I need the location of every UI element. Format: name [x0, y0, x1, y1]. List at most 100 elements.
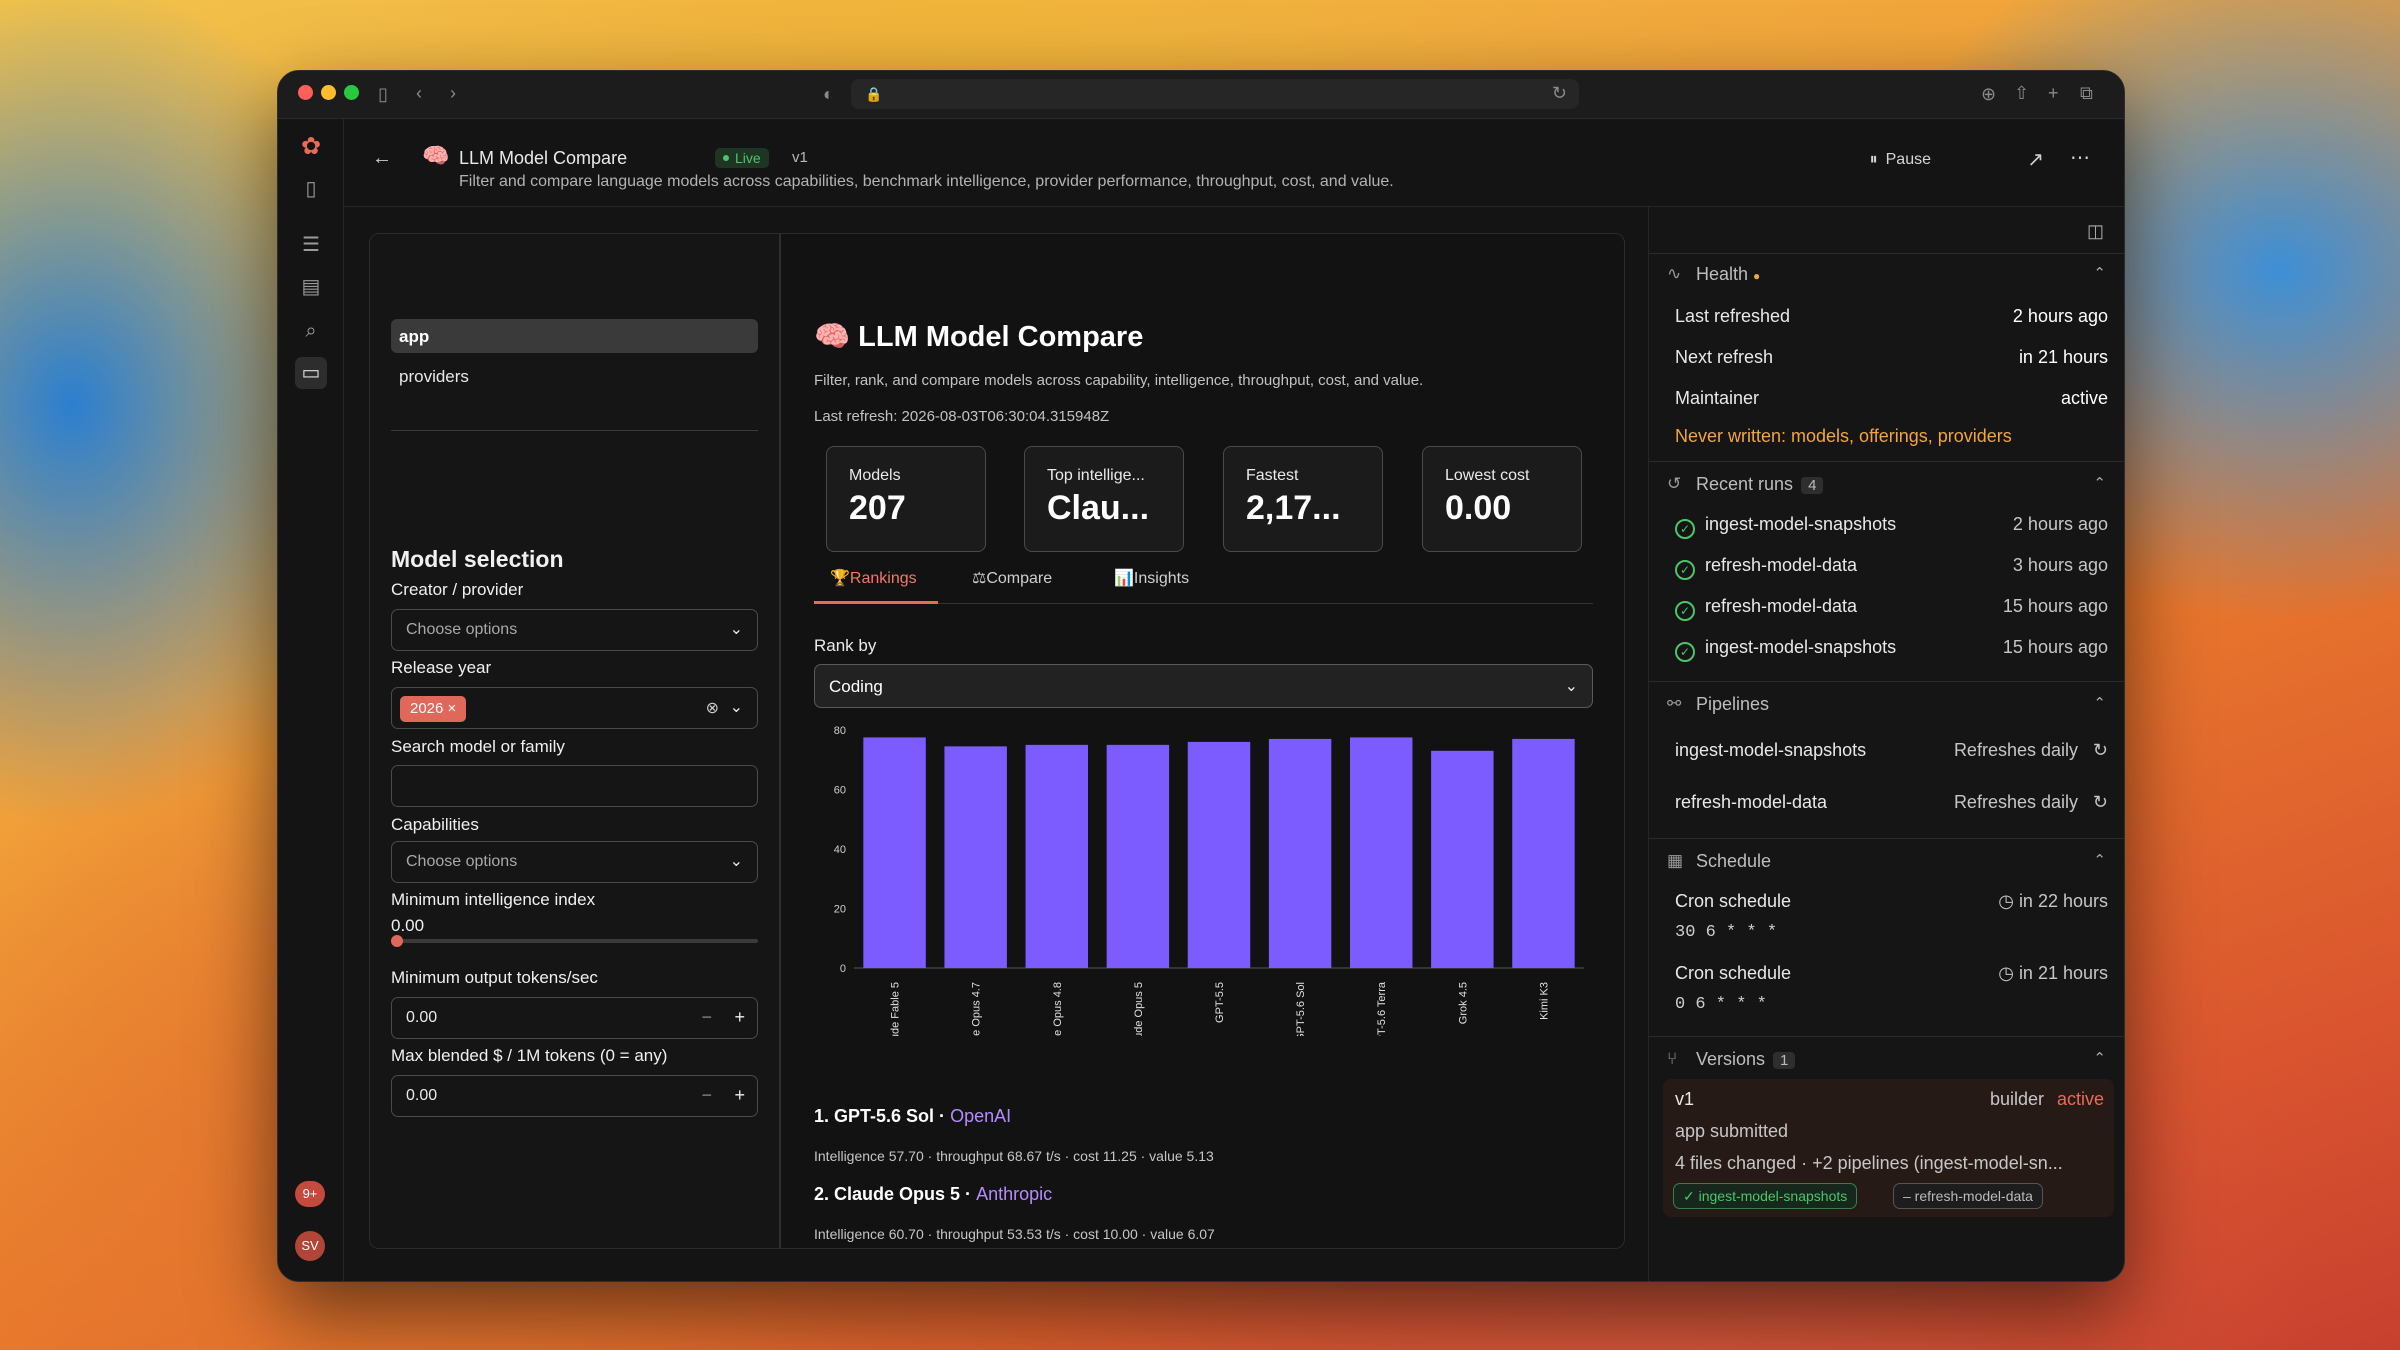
versions-section: ⑂ Versions 1 ⌃ v1 builder active app submit…	[1649, 1036, 2124, 1232]
left-rail: ✿ ▯ ☰ ▤ ⌕ ▭ 9+ SV	[278, 119, 344, 1281]
nav-item-providers[interactable]: providers	[399, 367, 469, 387]
creator-select[interactable]: Choose options ⌄	[391, 609, 758, 651]
schedule-section: ▦ Schedule ⌃ Cron schedule ◷ in 22 hours …	[1649, 838, 2124, 1036]
avatar[interactable]: SV	[295, 1231, 325, 1261]
result-provider-link[interactable]: Anthropic	[976, 1184, 1052, 1204]
book-icon[interactable]: ▤	[295, 271, 327, 303]
logo-icon[interactable]: ✿	[295, 131, 327, 163]
bar[interactable]	[944, 746, 1007, 968]
notifications-badge[interactable]: 9+	[295, 1181, 325, 1207]
chevron-up-icon[interactable]: ⌃	[2093, 264, 2106, 282]
bar[interactable]	[863, 737, 926, 968]
apps-icon[interactable]: ▭	[295, 357, 327, 389]
metric-value: 207	[849, 489, 906, 527]
capabilities-placeholder: Choose options	[406, 853, 518, 870]
bar[interactable]	[1106, 744, 1170, 968]
recent-runs-section: ↺ Recent runs 4 ⌃ ✓ ingest-model-snapshots…	[1649, 461, 2124, 681]
tabs-overview-icon[interactable]: ⧉	[2080, 83, 2093, 103]
app-window: ▯ ‹ › ◐ 🔒 ↻ ⊕ ⇧ + ⧉ ✿ ▯ ☰ ▤ ⌕ ▭ 9+ SV ← …	[277, 70, 2125, 1282]
y-tick-label: 80	[834, 725, 846, 737]
increment-button[interactable]: +	[734, 1085, 745, 1106]
pipeline-row[interactable]: refresh-model-data Refreshes daily ↻	[1675, 792, 2108, 813]
min-tokens-label: Minimum output tokens/sec	[391, 968, 598, 987]
pipeline-row[interactable]: ingest-model-snapshots Refreshes daily ↻	[1675, 740, 2108, 761]
tab-compare[interactable]: ⚖Compare	[972, 568, 1052, 588]
health-title[interactable]: Health ●	[1696, 264, 1760, 285]
result-detail-2: Intelligence 60.70 · throughput 53.53 t/…	[814, 1226, 1215, 1242]
year-tag[interactable]: 2026 ×	[400, 696, 467, 722]
clear-icon[interactable]: ⊗	[706, 698, 719, 718]
version-author: builder	[1989, 1089, 2044, 1109]
bar[interactable]	[1025, 744, 1089, 968]
run-row[interactable]: ✓ refresh-model-data 3 hours ago	[1675, 555, 2108, 580]
page-subtitle: Filter, rank, and compare models across …	[814, 372, 1424, 389]
max-cost-input[interactable]: 0.00 − +	[391, 1075, 758, 1117]
tab-rankings[interactable]: 🏆Rankings	[830, 568, 917, 588]
min-tokens-input[interactable]: 0.00 − +	[391, 997, 758, 1039]
run-row[interactable]: ✓ refresh-model-data 15 hours ago	[1675, 596, 2108, 621]
back-icon[interactable]: ‹	[416, 83, 422, 103]
metric-card-top-intelligence: Top intellige... Clau...	[1024, 446, 1184, 552]
bar[interactable]	[1431, 750, 1494, 968]
share-icon[interactable]: ⇧	[2014, 83, 2029, 103]
run-row[interactable]: ✓ ingest-model-snapshots 15 hours ago	[1675, 637, 2108, 662]
chevron-up-icon[interactable]: ⌃	[2093, 474, 2106, 492]
bar[interactable]	[1349, 737, 1413, 968]
tasks-icon[interactable]: ☰	[295, 229, 327, 261]
pipelines-title[interactable]: Pipelines	[1696, 694, 1769, 715]
more-icon[interactable]: ⋯	[2070, 145, 2090, 170]
sidebar-toggle-icon[interactable]: ▯	[378, 84, 388, 104]
back-arrow-icon[interactable]: ←	[372, 147, 392, 170]
panel-toggle-icon[interactable]: ▯	[295, 173, 327, 205]
reload-icon[interactable]: ↻	[1552, 83, 1567, 103]
minimize-window-button[interactable]	[321, 85, 336, 100]
chevron-up-icon[interactable]: ⌃	[2093, 1049, 2106, 1067]
refresh-icon[interactable]: ↻	[2093, 792, 2108, 813]
bar[interactable]	[1268, 738, 1332, 968]
new-tab-icon[interactable]: +	[2048, 83, 2059, 103]
rank-by-select[interactable]: Coding ⌄	[814, 664, 1593, 708]
address-bar[interactable]: 🔒 ↻	[851, 79, 1579, 109]
recent-runs-title[interactable]: Recent runs 4	[1696, 474, 1824, 495]
search-input[interactable]	[391, 765, 758, 807]
schedule-name: Cron schedule	[1675, 963, 1792, 983]
schedule-row: Cron schedule ◷ in 22 hours	[1675, 891, 2108, 912]
bar[interactable]	[1512, 738, 1575, 968]
version-card[interactable]: v1 builder active app submitted 4 files ch…	[1663, 1079, 2114, 1217]
bar[interactable]	[1187, 741, 1251, 968]
min-intel-value: 0.00	[391, 916, 425, 935]
external-link-icon[interactable]: ↗	[2027, 147, 2044, 172]
collapse-panel-icon[interactable]: ◫	[2087, 221, 2104, 242]
min-intel-slider-handle[interactable]	[391, 935, 403, 947]
nav-item-app[interactable]: app	[391, 319, 758, 353]
capabilities-select[interactable]: Choose options ⌄	[391, 841, 758, 883]
metric-value: Clau...	[1047, 489, 1150, 527]
chevron-up-icon[interactable]: ⌃	[2093, 694, 2106, 712]
run-row[interactable]: ✓ ingest-model-snapshots 2 hours ago	[1675, 514, 2108, 539]
schedule-title[interactable]: Schedule	[1696, 851, 1771, 872]
forward-icon[interactable]: ›	[450, 83, 456, 103]
zoom-window-button[interactable]	[344, 85, 359, 100]
remove-tag-icon[interactable]: ×	[448, 700, 457, 717]
year-select[interactable]: 2026 × ⊗ ⌄	[391, 687, 758, 729]
health-row: Last refreshed 2 hours ago	[1675, 306, 2108, 327]
min-intel-slider[interactable]	[391, 939, 758, 943]
increment-button[interactable]: +	[734, 1007, 745, 1028]
search-icon[interactable]: ⌕	[295, 315, 327, 347]
x-tick-label: GPT-5.5	[1214, 982, 1226, 1023]
status-badge: Live	[715, 148, 769, 168]
tab-insights[interactable]: 📊Insights	[1114, 568, 1189, 588]
privacy-icon[interactable]: ◐	[823, 84, 834, 104]
decrement-button[interactable]: −	[701, 1085, 712, 1106]
pause-button[interactable]: ⏸ Pause	[1870, 151, 1931, 169]
pause-icon: ⏸	[1869, 151, 1878, 168]
schedule-name: Cron schedule	[1675, 891, 1792, 911]
close-window-button[interactable]	[298, 85, 313, 100]
result-provider-link[interactable]: OpenAI	[950, 1106, 1011, 1126]
chevron-up-icon[interactable]: ⌃	[2093, 851, 2106, 869]
run-time: 3 hours ago	[2012, 555, 2108, 575]
globe-icon[interactable]: ⊕	[1981, 84, 1996, 104]
decrement-button[interactable]: −	[701, 1007, 712, 1028]
refresh-icon[interactable]: ↻	[2093, 740, 2108, 761]
versions-title[interactable]: Versions 1	[1696, 1049, 1796, 1070]
